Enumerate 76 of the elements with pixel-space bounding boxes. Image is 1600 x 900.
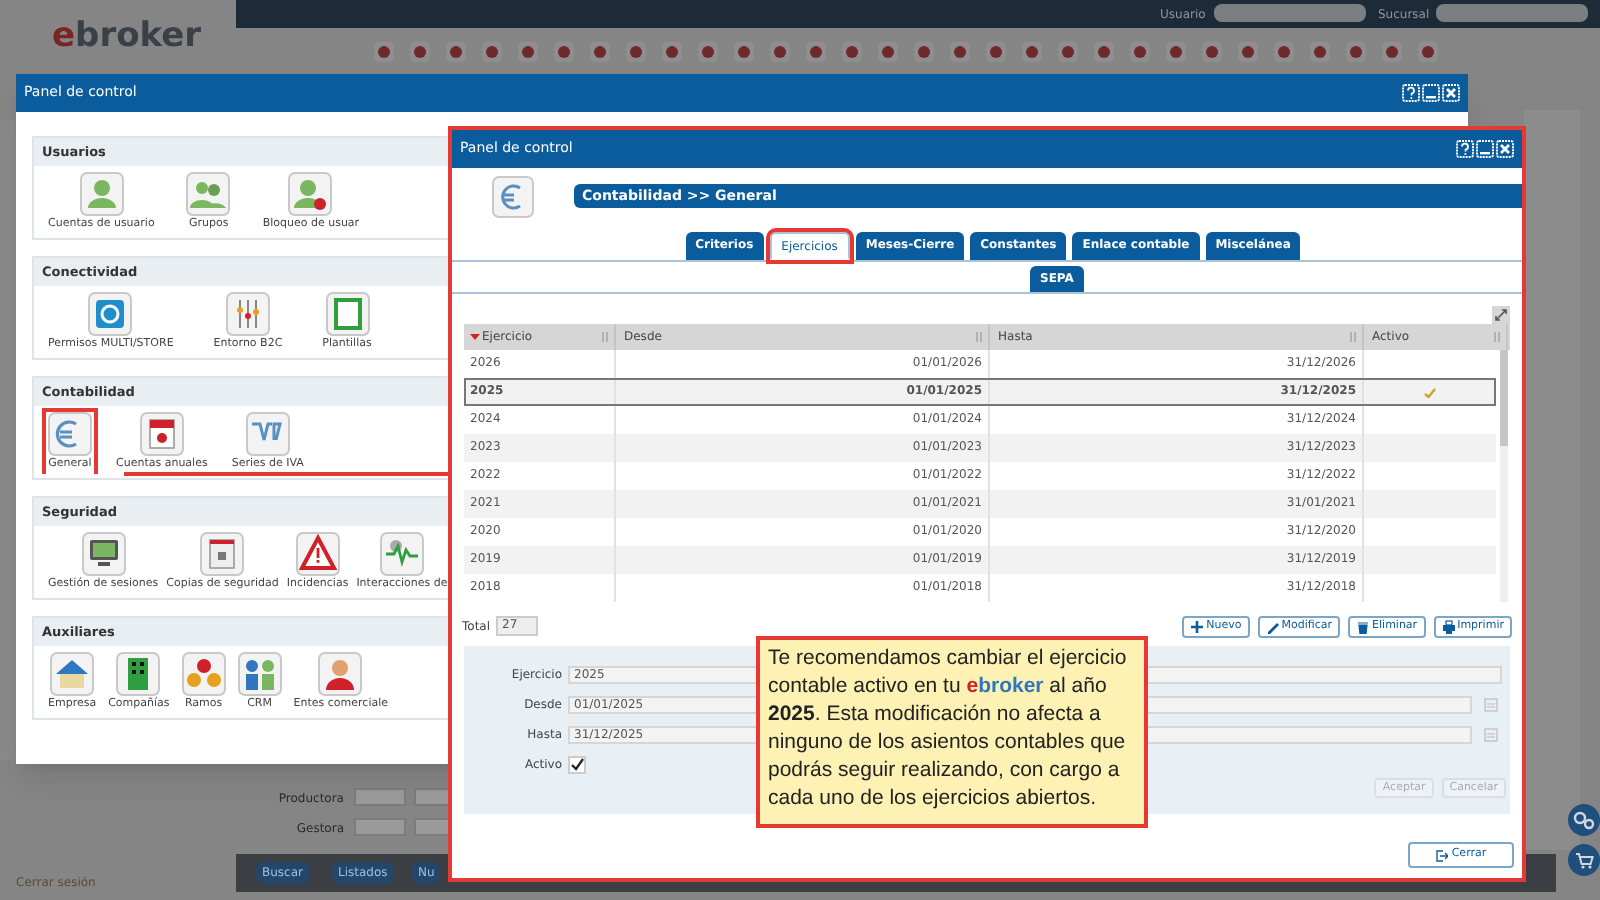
user-icon	[79, 172, 124, 216]
toolbar-icon[interactable]	[662, 42, 682, 62]
toolbar-icon[interactable]	[1094, 42, 1114, 62]
house-icon	[50, 652, 95, 696]
toolbar-icon[interactable]	[1346, 42, 1366, 62]
plus-icon	[1190, 619, 1205, 633]
euro-icon	[48, 412, 92, 456]
toolbar-icon[interactable]	[950, 42, 970, 62]
input-field[interactable]	[414, 818, 450, 836]
toolbar-icon[interactable]	[1382, 42, 1402, 62]
cart-icon[interactable]	[1568, 844, 1600, 876]
building-icon	[116, 652, 161, 696]
toolbar-icon[interactable]	[986, 42, 1006, 62]
toolbar-icon[interactable]	[446, 42, 466, 62]
toolbar-icon[interactable]	[1166, 42, 1186, 62]
toolbar-icon[interactable]	[1130, 42, 1150, 62]
pencil-icon	[1265, 619, 1280, 633]
input-field[interactable]	[354, 818, 406, 836]
checkbox[interactable]	[568, 756, 586, 774]
document-icon	[325, 292, 369, 336]
toolbar-icon[interactable]	[842, 42, 862, 62]
help-icon[interactable]	[1456, 140, 1474, 158]
user-field[interactable]	[1214, 4, 1366, 22]
sort-icon[interactable]	[470, 333, 480, 341]
toolbar-icon[interactable]	[374, 42, 394, 62]
toolbar-icon[interactable]	[1238, 42, 1258, 62]
close-icon[interactable]	[1442, 84, 1460, 102]
settings-icon[interactable]	[1568, 804, 1600, 836]
report-icon	[139, 412, 184, 456]
toolbar-icon[interactable]	[1274, 42, 1294, 62]
toolbar-icon[interactable]	[878, 42, 898, 62]
branch-field[interactable]	[1436, 4, 1588, 22]
exit-icon	[1435, 849, 1448, 861]
toolbar-icon[interactable]	[518, 42, 538, 62]
printer-icon	[1441, 619, 1456, 633]
minimize-icon[interactable]	[1476, 140, 1494, 158]
monitor-icon	[81, 532, 126, 576]
people-icon	[237, 652, 282, 696]
scrollbar[interactable]	[1500, 350, 1508, 602]
resize-handle-icon[interactable]	[976, 332, 982, 342]
toolbar-icon[interactable]	[1310, 42, 1330, 62]
resize-handle-icon[interactable]	[1350, 332, 1356, 342]
sliders-icon	[225, 292, 270, 336]
callout-text: Te recomendamos cambiar el ejercicio contable activo en tu ebroker al año 2025. Esta modificación no afecta a ninguno de los asientos contables que podrás seguir realizando, con cargo a cada uno de los ejercicios abiertos.	[756, 636, 1148, 828]
euro-icon	[492, 175, 534, 217]
toolbar-icon[interactable]	[1202, 42, 1222, 62]
trash-icon	[1356, 619, 1371, 633]
toolbar-icon[interactable]	[410, 42, 430, 62]
toolbar-icon[interactable]	[482, 42, 502, 62]
close-icon[interactable]	[1496, 140, 1514, 158]
help-icon[interactable]	[1402, 84, 1420, 102]
resize-handle-icon[interactable]	[1494, 332, 1500, 342]
users-icon	[186, 172, 231, 216]
toolbar-icon[interactable]	[734, 42, 754, 62]
minimize-icon[interactable]	[1422, 84, 1440, 102]
toolbar-icon[interactable]	[806, 42, 826, 62]
toolbar-icon[interactable]	[914, 42, 934, 62]
toolbar-icon[interactable]	[554, 42, 574, 62]
input-field[interactable]	[354, 788, 406, 806]
toolbar-icon[interactable]	[1022, 42, 1042, 62]
logo: ebroker	[52, 20, 202, 54]
blocked-user-icon	[288, 172, 333, 216]
toolbar-icon[interactable]	[590, 42, 610, 62]
toolbar-icon[interactable]	[770, 42, 790, 62]
pulse-icon	[379, 532, 424, 576]
toolbar-icon[interactable]	[1418, 42, 1438, 62]
resize-handle-icon[interactable]	[602, 332, 608, 342]
warning-icon	[295, 532, 340, 576]
expand-icon[interactable]	[1492, 306, 1510, 324]
sync-icon	[88, 292, 133, 336]
person-icon	[318, 652, 363, 696]
toolbar-icon[interactable]	[626, 42, 646, 62]
input-field[interactable]	[414, 788, 450, 806]
backup-icon	[200, 532, 245, 576]
toolbar-icon[interactable]	[698, 42, 718, 62]
toolbar-icon[interactable]	[1058, 42, 1078, 62]
